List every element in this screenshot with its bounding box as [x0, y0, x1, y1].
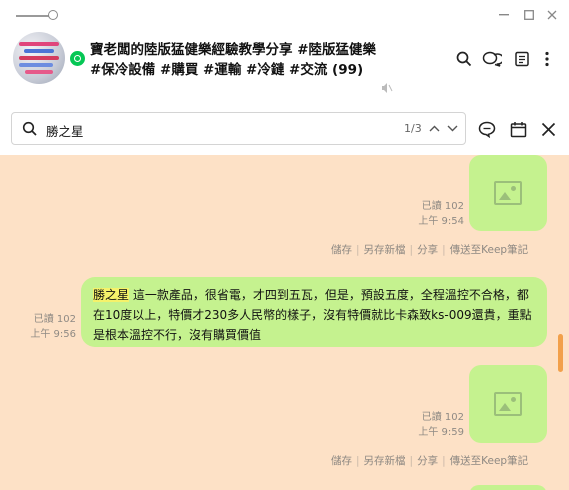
opacity-slider-track[interactable] — [16, 15, 50, 17]
text-message-bubble[interactable]: 勝之星 這一款產品，很省電，才四到五瓦，但是，預設五度，全程溫控不合格，都在10… — [81, 277, 547, 347]
search-icon[interactable] — [453, 48, 475, 70]
message-actions: 儲存 | 另存新檔 | 分享 | 傳送至Keep筆記 — [331, 242, 528, 257]
save-as-link[interactable]: 另存新檔 — [364, 453, 406, 468]
search-field-icon — [22, 121, 37, 136]
save-link[interactable]: 儲存 — [331, 242, 352, 257]
message-text: 這一款產品，很省電，才四到五瓦，但是，預設五度，全程溫控不合格，都在10度以上，… — [93, 288, 532, 342]
read-receipt: 已讀 102 — [421, 201, 464, 212]
read-receipt: 已讀 102 — [33, 314, 76, 325]
more-options-icon[interactable] — [536, 48, 558, 70]
share-link[interactable]: 分享 — [417, 242, 438, 257]
divider: | — [409, 244, 414, 256]
send-to-keep-link[interactable]: 傳送至Keep筆記 — [450, 242, 528, 257]
read-receipt: 已讀 102 — [421, 412, 464, 423]
divider: | — [442, 244, 446, 256]
group-chat-icon — [70, 51, 85, 66]
share-link[interactable]: 分享 — [417, 453, 438, 468]
chat-search-input[interactable]: 勝之星 1/3 — [11, 112, 466, 145]
close-search-icon[interactable] — [537, 118, 559, 140]
message-time: 上午 9:54 — [418, 216, 464, 227]
chat-scrollbar[interactable] — [558, 334, 563, 372]
notes-icon[interactable] — [511, 48, 533, 70]
close-window-icon[interactable] — [543, 6, 561, 24]
minimize-icon[interactable] — [495, 6, 513, 24]
chat-message-area[interactable]: 已讀 102 上午 9:54 儲存 | 另存新檔 | 分享 | 傳送至Keep筆記 已讀 1… — [0, 155, 569, 490]
message-time: 上午 9:59 — [418, 427, 464, 438]
image-placeholder-icon — [494, 392, 522, 416]
message-meta: 已讀 102 上午 9:54 — [394, 199, 464, 229]
next-result-icon[interactable] — [443, 119, 461, 137]
image-placeholder-icon — [494, 181, 522, 205]
save-as-link[interactable]: 另存新檔 — [364, 242, 406, 257]
chat-search-bar: 勝之星 1/3 — [0, 108, 569, 152]
save-link[interactable]: 儲存 — [331, 453, 352, 468]
divider: | — [409, 455, 414, 467]
opacity-slider-handle[interactable] — [48, 10, 58, 20]
chat-bubbles-icon[interactable] — [481, 48, 503, 70]
divider: | — [356, 455, 360, 467]
message-time: 上午 9:56 — [30, 329, 76, 340]
window-titlebar — [0, 0, 569, 30]
message-meta: 已讀 102 上午 9:59 — [394, 410, 464, 440]
chat-title: 寶老闆的陸版猛健樂經驗教學分享 #陸版猛健樂 #保冷設備 #購買 #運輸 #冷鏈… — [90, 42, 377, 78]
calendar-icon[interactable] — [507, 118, 529, 140]
search-highlight: 勝之星 — [93, 288, 130, 302]
keyword-reply-icon[interactable] — [476, 118, 498, 140]
divider: | — [442, 455, 446, 467]
group-avatar[interactable] — [13, 32, 65, 84]
message-meta: 已讀 102 上午 9:56 — [6, 312, 76, 342]
mute-icon — [381, 82, 393, 97]
message-actions: 儲存 | 另存新檔 | 分享 | 傳送至Keep筆記 — [331, 453, 528, 468]
image-message-bubble[interactable] — [469, 155, 547, 231]
search-query[interactable]: 勝之星 — [46, 121, 84, 140]
maximize-icon[interactable] — [520, 6, 538, 24]
previous-result-icon[interactable] — [425, 119, 443, 137]
image-message-bubble[interactable] — [469, 365, 547, 443]
send-to-keep-link[interactable]: 傳送至Keep筆記 — [450, 453, 528, 468]
divider: | — [356, 244, 360, 256]
image-message-bubble[interactable] — [469, 485, 547, 490]
search-result-count: 1/3 — [404, 122, 422, 135]
chat-header: 寶老闆的陸版猛健樂經驗教學分享 #陸版猛健樂 #保冷設備 #購買 #運輸 #冷鏈… — [0, 30, 569, 100]
